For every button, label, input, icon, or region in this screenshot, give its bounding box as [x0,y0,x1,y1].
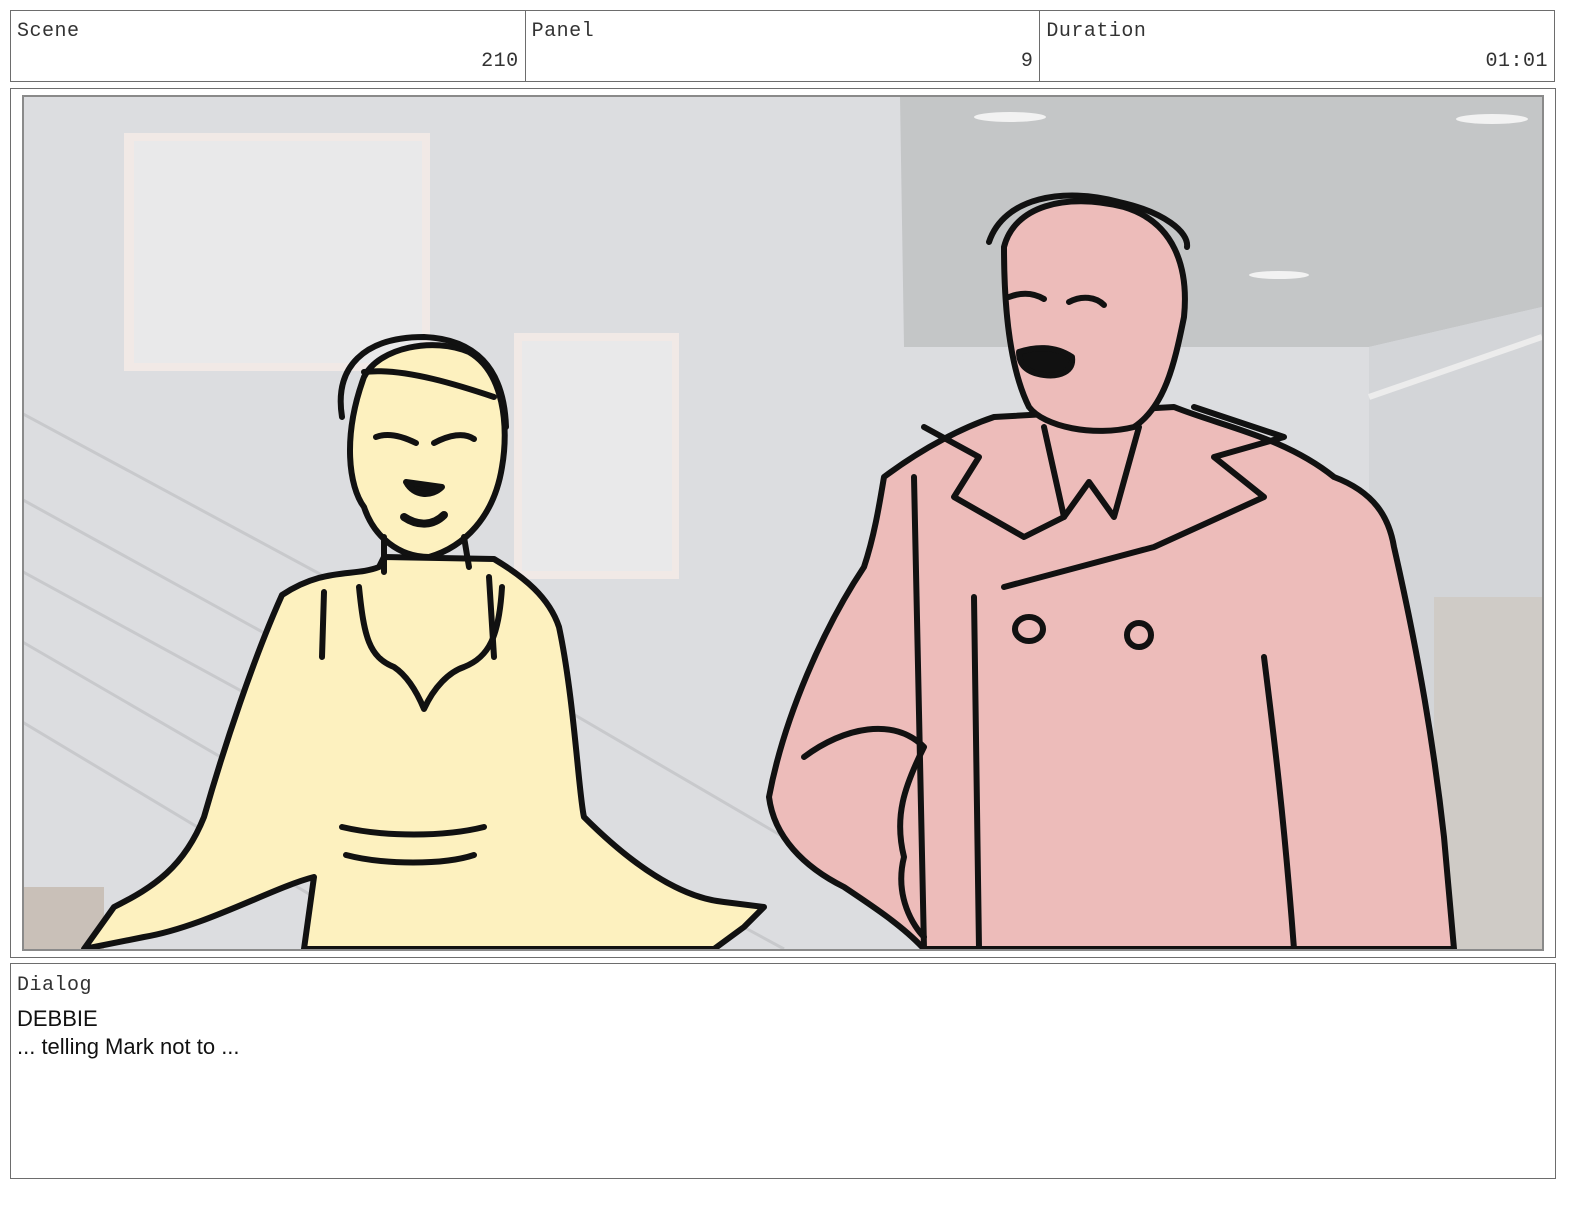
panel-label: Panel [531,20,595,43]
panel-artwork [22,95,1544,951]
duration-cell: Duration 01:01 [1039,11,1554,81]
scene-number: 210 [481,50,519,73]
scene-cell: Scene 210 [11,11,525,81]
dialog-speaker: DEBBIE [17,1006,98,1031]
panel-cell: Panel 9 [524,11,1040,81]
dialog-line: ... telling Mark not to ... [17,1034,240,1059]
duration-value: 01:01 [1485,50,1549,73]
scene-label: Scene [17,20,80,43]
storyboard-drawing [24,97,1542,949]
dialog-label: Dialog [17,974,93,997]
duration-label: Duration [1046,20,1147,43]
ceiling-light [974,112,1046,122]
storyboard-header: Scene 210 Panel 9 Duration 01:01 [10,10,1555,82]
dialog-box: Dialog DEBBIE ... telling Mark not to ..… [10,963,1556,1179]
panel-number: 9 [1020,50,1034,73]
ceiling-light [1456,114,1528,124]
ceiling-light [1249,271,1309,279]
